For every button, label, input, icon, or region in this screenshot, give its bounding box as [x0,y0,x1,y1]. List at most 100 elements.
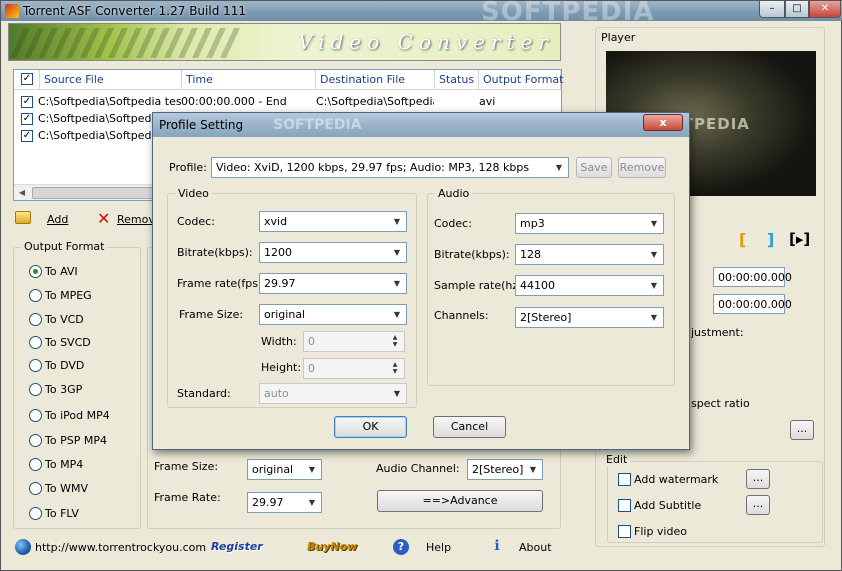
chevron-down-icon: ▼ [393,279,401,288]
remove-button[interactable]: ✕ Remov [95,208,157,230]
video-framerate-select[interactable]: 29.97 ▼ [259,273,407,294]
row-source: C:\Softpedia\Softpedia test.avi [38,95,181,108]
radio-to-svcd[interactable]: To SVCD [29,335,149,351]
save-profile-button[interactable]: Save [576,157,612,178]
website-link[interactable]: http://www.torrentrockyou.com [35,541,206,554]
chevron-down-icon: ▼ [650,250,658,259]
channels-select[interactable]: 2[Stereo] ▼ [515,307,664,328]
radio-to-flv[interactable]: To FLV [29,506,149,522]
video-codec-select[interactable]: xvid ▼ [259,211,407,232]
end-time-field[interactable]: 00:00:00.000 [713,294,792,314]
dialog-close-button[interactable]: x [643,114,683,131]
start-time-field[interactable]: 00:00:00.000 [713,267,792,287]
add-button[interactable]: Add [13,208,81,230]
standard-select[interactable]: auto ▼ [259,383,407,404]
standard-label: Standard: [177,387,231,400]
chevron-down-icon: ▼ [308,465,316,474]
frame-size-label: Frame Size: [154,460,219,473]
audio-channel-select[interactable]: 2[Stereo] ▼ [467,459,543,480]
video-framesize-select[interactable]: original ▼ [259,304,407,325]
register-link[interactable]: Register [211,540,263,553]
about-link[interactable]: About [519,541,552,554]
column-header-time[interactable]: Time [182,70,316,90]
ok-button[interactable]: OK [334,416,407,438]
radio-to-psp-mp4[interactable]: To PSP MP4 [29,433,149,449]
height-spinner[interactable]: 0 ▲ ▼ [303,358,405,379]
radio-button[interactable] [29,434,42,447]
radio-label: To DVD [45,359,85,372]
scroll-left-icon[interactable]: ◀ [14,185,30,201]
mark-in-button[interactable]: [ [739,230,746,249]
select-all-header[interactable]: ✓ [14,70,40,90]
aspect-browse-button[interactable]: ... [790,420,814,440]
audio-codec-select[interactable]: mp3 ▼ [515,213,664,234]
minimize-button[interactable]: – [759,1,785,18]
radio-to-mp4[interactable]: To MP4 [29,457,149,473]
column-header-output-format[interactable]: Output Format [479,70,563,90]
add-watermark-checkbox[interactable] [618,473,631,486]
table-row[interactable]: ✓ C:\Softpedia\Softpedia test.avi 00:00:… [14,94,561,110]
cancel-button[interactable]: Cancel [433,416,506,438]
player-title: Player [601,31,636,44]
close-button[interactable]: ✕ [809,1,841,18]
flip-video-checkbox[interactable] [618,525,631,538]
radio-to-ipod-mp4[interactable]: To iPod MP4 [29,408,149,424]
select-all-checkbox[interactable]: ✓ [21,73,33,85]
samplerate-label: Sample rate(hz): [434,279,527,292]
video-framesize-value: original [264,308,306,321]
video-bitrate-select[interactable]: 1200 ▼ [259,242,407,263]
radio-button[interactable] [29,359,42,372]
advance-button[interactable]: ==>Advance [377,490,543,512]
column-header-source[interactable]: Source File [40,70,182,90]
play-selection-button[interactable]: [▸] [789,230,810,248]
mark-out-button[interactable]: ] [767,230,774,249]
help-icon: ? [393,539,409,555]
profile-select[interactable]: Video: XviD, 1200 kbps, 29.97 fps; Audio… [211,157,569,178]
audio-bitrate-select[interactable]: 128 ▼ [515,244,664,265]
buynow-link[interactable]: BuyNow [307,540,357,553]
width-value: 0 [308,335,315,348]
chevron-down-icon: ▼ [393,248,401,257]
audio-channel-label: Audio Channel: [376,462,460,475]
maximize-button[interactable]: □ [785,1,809,18]
samplerate-select[interactable]: 44100 ▼ [515,275,664,296]
audio-bitrate-value: 128 [520,248,541,261]
row-checkbox[interactable]: ✓ [21,113,33,125]
subtitle-browse-button[interactable]: ... [746,495,770,515]
width-spinner[interactable]: 0 ▲ ▼ [303,331,405,352]
radio-to-dvd[interactable]: To DVD [29,358,149,374]
profile-value: Video: XviD, 1200 kbps, 29.97 fps; Audio… [216,161,530,174]
radio-to-mpeg[interactable]: To MPEG [29,288,149,304]
watermark-browse-button[interactable]: ... [746,469,770,489]
radio-button[interactable] [29,265,42,278]
flip-video-label: Flip video [634,525,687,538]
radio-to-vcd[interactable]: To VCD [29,312,149,328]
radio-button[interactable] [29,458,42,471]
radio-button[interactable] [29,313,42,326]
radio-to-avi[interactable]: To AVI [29,264,149,280]
row-checkbox[interactable]: ✓ [21,130,33,142]
row-checkbox[interactable]: ✓ [21,96,33,108]
frame-size-select[interactable]: original ▼ [247,459,322,480]
radio-to-wmv[interactable]: To WMV [29,481,149,497]
scroll-thumb[interactable] [32,187,162,199]
column-header-status[interactable]: Status [435,70,479,90]
banner: Video Converter [8,23,561,61]
radio-to-3gp[interactable]: To 3GP [29,382,149,398]
radio-button[interactable] [29,289,42,302]
column-header-destination[interactable]: Destination File [316,70,435,90]
radio-button[interactable] [29,482,42,495]
radio-button[interactable] [29,507,42,520]
frame-rate-select[interactable]: 29.97 ▼ [247,492,322,513]
dialog-title-bar: Profile Setting SOFTPEDIA x [153,113,689,137]
radio-button[interactable] [29,409,42,422]
radio-button[interactable] [29,336,42,349]
radio-button[interactable] [29,383,42,396]
profile-label: Profile: [169,161,207,174]
help-link[interactable]: Help [426,541,451,554]
remove-profile-button[interactable]: Remove [618,157,666,178]
radio-label: To MPEG [45,289,92,302]
add-subtitle-checkbox[interactable] [618,499,631,512]
red-x-icon: ✕ [97,209,111,228]
video-framerate-label: Frame rate(fps): [177,277,266,290]
